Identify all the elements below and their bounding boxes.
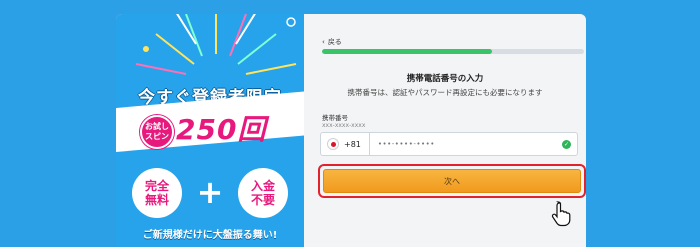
next-button-highlight: 次へ xyxy=(318,164,586,198)
benefit-free-badge: 完全無料 xyxy=(132,168,182,218)
japan-flag-icon xyxy=(327,138,339,150)
phone-form: ‹ 戻る 携帯電話番号の入力 携帯番号は、認証やパスワード再設定にも必要になりま… xyxy=(304,14,586,247)
phone-label: 携帯番号 xyxy=(322,114,348,122)
phone-input[interactable] xyxy=(369,133,562,155)
form-title: 携帯電話番号の入力 xyxy=(406,74,484,84)
country-code: +81 xyxy=(344,139,361,149)
phone-field: +81 ✓ xyxy=(320,132,578,156)
chevron-left-icon: ‹ xyxy=(322,38,325,46)
progress-fill xyxy=(322,49,493,54)
spin-count: 250回 xyxy=(176,113,267,146)
registration-modal: 今すぐ登録者限定 お試しスピン 250回 完全無料 + 入金不要 ご新規様だけに… xyxy=(116,14,586,247)
promo-panel: 今すぐ登録者限定 お試しスピン 250回 完全無料 + 入金不要 ご新規様だけに… xyxy=(116,14,304,247)
back-link[interactable]: ‹ 戻る xyxy=(322,37,342,47)
next-button[interactable]: 次へ xyxy=(323,169,581,193)
hand-cursor-icon xyxy=(551,201,571,227)
check-circle-icon: ✓ xyxy=(562,139,571,149)
plus-sign: + xyxy=(196,173,224,211)
trial-spin-badge: お試しスピン xyxy=(140,115,174,149)
phone-format-hint: xxx-xxxx-xxxx xyxy=(322,122,366,129)
trial-spin-label: お試しスピン xyxy=(145,122,169,141)
form-description: 携帯番号は、認証やパスワード再設定にも必要になります xyxy=(347,88,543,97)
progress-bar xyxy=(322,49,584,54)
benefit-no-deposit-badge: 入金不要 xyxy=(238,168,288,218)
benefit-free-label: 完全無料 xyxy=(144,179,169,207)
promo-tagline: ご新規様だけに大盤振る舞い! xyxy=(142,230,278,241)
benefit-no-deposit-label: 入金不要 xyxy=(250,179,275,207)
country-code-selector[interactable]: +81 xyxy=(321,133,370,155)
back-label: 戻る xyxy=(327,38,342,46)
